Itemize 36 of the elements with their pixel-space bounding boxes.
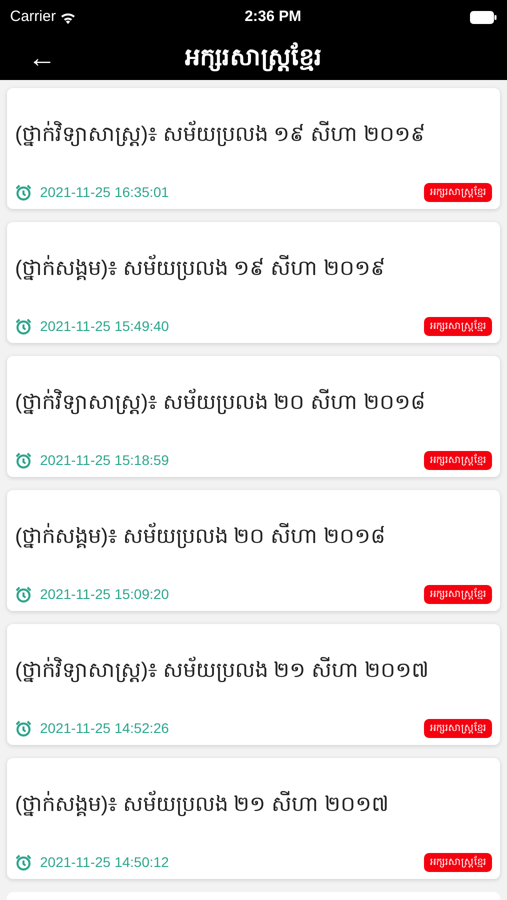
alarm-clock-icon [15,854,32,871]
item-title: (ថ្នាក់សង្គម)៖ សម័យប្រលង ២១ សីហា ២០១៧ [15,789,492,821]
alarm-clock-icon [15,184,32,201]
item-title: (ថ្នាក់សង្គម)៖ សម័យប្រលង ២០ សីហា ២០១៨ [15,521,492,553]
item-title: (ថ្នាក់វិទ្យាសាស្ត្រ)៖ សម័យប្រលង ២០ សីហា ២០១៨ [15,387,492,419]
list-card[interactable]: (ថ្នាក់វិទ្យាសាស្ត្រ)៖ សម័យប្រលង ១៩ សីហា ២០១៩ 2021-11-25 16:35:01 អក្សរសាស្ត្រខ្មែរ [7,88,500,209]
status-time: 2:36 PM [244,7,302,28]
list-card[interactable]: (ថ្នាក់សង្គម)៖ សម័យប្រលង ២០ សីហា ២០១៨ 2021-11-25 15:09:20 អក្សរសាស្ត្រខ្មែរ [7,490,500,611]
item-timestamp: 2021-11-25 15:09:20 [40,585,169,604]
back-button[interactable]: ← [20,44,64,72]
alarm-clock-icon [15,586,32,603]
battery-icon [470,11,497,24]
category-tag: អក្សរសាស្ត្រខ្មែរ [424,719,492,738]
item-timestamp: 2021-11-25 14:52:26 [40,719,169,738]
wifi-icon [60,12,76,24]
category-tag: អក្សរសាស្ត្រខ្មែរ [424,183,492,202]
alarm-clock-icon [15,318,32,335]
carrier-label: Carrier [10,7,56,28]
category-tag: អក្សរសាស្ត្រខ្មែរ [424,585,492,604]
item-title: (ថ្នាក់វិទ្យាសាស្ត្រ)៖ សម័យប្រលង ១៩ សីហា ២០១៩ [15,119,492,151]
page-title: អក្សរសាស្ត្រខ្មែរ [185,44,322,70]
alarm-clock-icon [15,720,32,737]
category-tag: អក្សរសាស្ត្រខ្មែរ [424,853,492,872]
item-timestamp: 2021-11-25 16:35:01 [40,183,169,202]
item-title: (ថ្នាក់សង្គម)៖ សម័យប្រលង ១៩ សីហា ២០១៩ [15,253,492,285]
list-card[interactable]: (ថ្នាក់វិទ្យាសាស្ត្រ)៖ សម័យប្រលង ២១ សីហា ២០១៧ 2021-11-25 14:52:26 អក្សរសាស្ត្រខ្មែរ [7,624,500,745]
category-tag: អក្សរសាស្ត្រខ្មែរ [424,451,492,470]
alarm-clock-icon [15,452,32,469]
category-tag: អក្សរសាស្ត្រខ្មែរ [424,317,492,336]
item-timestamp: 2021-11-25 15:49:40 [40,317,169,336]
list-card[interactable]: (ថ្នាក់សង្គម)៖ សម័យប្រលង ២១ សីហា ២០១៧ 2021-11-25 14:50:12 អក្សរសាស្ត្រខ្មែរ [7,758,500,879]
list-card[interactable]: (ថ្នាក់វិទ្យាសាស្ត្រ)៖ សម័យប្រលង ២០ សីហា ២០១៨ 2021-11-25 15:18:59 អក្សរសាស្ត្រខ្មែរ [7,356,500,477]
item-timestamp: 2021-11-25 15:18:59 [40,451,169,470]
item-timestamp: 2021-11-25 14:50:12 [40,853,169,872]
item-title: (ថ្នាក់វិទ្យាសាស្ត្រ)៖ សម័យប្រលង ២១ សីហា ២០១៧ [15,655,492,687]
list-card[interactable]: (ថ្នាក់សង្គម)៖ សម័យប្រលង ១៩ សីហា ២០១៩ 2021-11-25 15:49:40 អក្សរសាស្ត្រខ្មែរ [7,222,500,343]
